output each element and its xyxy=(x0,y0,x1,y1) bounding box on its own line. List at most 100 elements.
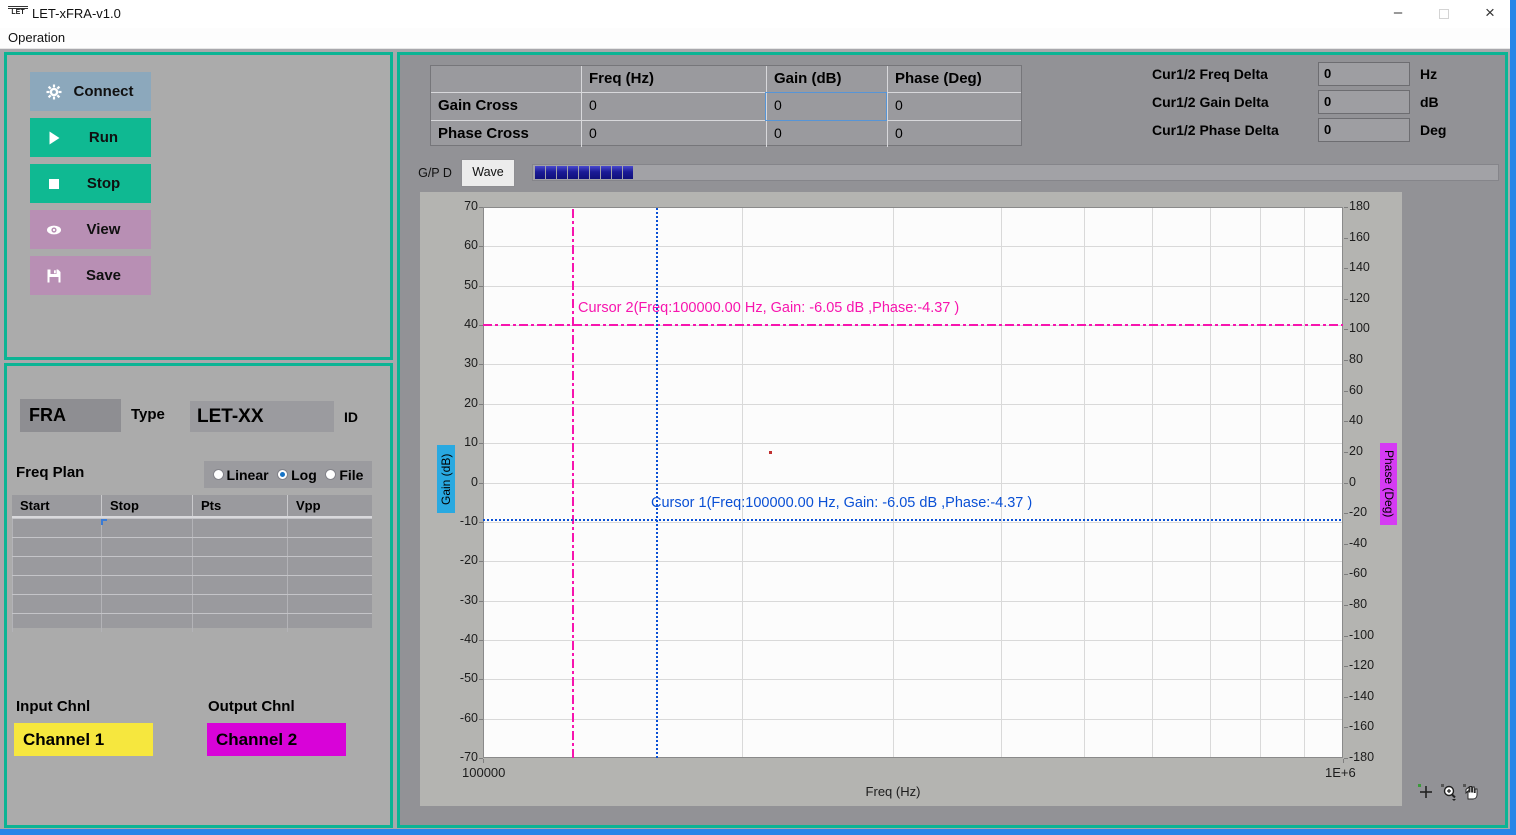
gain-cross-row-label: Gain Cross xyxy=(431,92,581,120)
freq-delta-field[interactable]: 0 xyxy=(1318,62,1410,86)
zoom-tool-icon[interactable] xyxy=(1440,783,1458,801)
plan-table-cell[interactable] xyxy=(101,576,192,594)
plan-table-cell[interactable] xyxy=(192,576,287,594)
plan-table-cell[interactable] xyxy=(287,519,372,537)
gridline xyxy=(742,208,743,757)
gridline xyxy=(484,719,1342,720)
gain-axis-label[interactable]: Gain (dB) xyxy=(437,445,455,513)
phase-cross-freq[interactable]: 0 xyxy=(581,120,766,147)
gridline xyxy=(484,640,1342,641)
radio-linear[interactable]: Linear xyxy=(213,467,269,483)
plan-table-cell[interactable] xyxy=(101,614,192,632)
freq-plan-table[interactable]: Start Stop Pts Vpp xyxy=(12,495,372,628)
connect-button[interactable]: Connect xyxy=(30,72,151,111)
cursor-vline-cursor-2[interactable] xyxy=(572,207,574,758)
gain-tick-label: 60 xyxy=(440,238,478,253)
progress-segment xyxy=(535,166,545,179)
gain-tick-label: 20 xyxy=(440,396,478,411)
app-window: LET LET-xFRA-v1.0 – × Operation Connect … xyxy=(0,0,1516,835)
plan-table-cell[interactable] xyxy=(101,595,192,613)
gain-cross-freq[interactable]: 0 xyxy=(581,92,766,120)
plan-table-cell[interactable] xyxy=(287,557,372,575)
stop-button[interactable]: Stop xyxy=(30,164,151,203)
crosshair-tool-icon[interactable] xyxy=(1417,783,1435,801)
save-button[interactable]: Save xyxy=(30,256,151,295)
device-type-field[interactable]: FRA xyxy=(20,399,121,432)
plan-table-cell[interactable] xyxy=(12,576,101,594)
cross-corner-cell xyxy=(431,66,581,92)
plan-table-row xyxy=(12,613,372,632)
progress-segment xyxy=(601,166,611,179)
gain-tick-label: -60 xyxy=(440,711,478,726)
plan-table-cell[interactable] xyxy=(192,557,287,575)
plan-table-cell[interactable] xyxy=(101,538,192,556)
minimize-button[interactable]: – xyxy=(1381,0,1415,28)
phase-delta-label: Cur1/2 Phase Delta xyxy=(1152,122,1279,138)
progress-segment xyxy=(579,166,589,179)
phase-cross-row-label: Phase Cross xyxy=(431,120,581,147)
progress-segment xyxy=(612,166,622,179)
tick xyxy=(1344,268,1348,269)
plan-table-cell[interactable] xyxy=(287,538,372,556)
gridline xyxy=(484,601,1342,602)
plan-table-cell[interactable] xyxy=(12,538,101,556)
sweep-mode-radio-group: Linear Log File xyxy=(204,461,372,488)
phase-tick-label: 180 xyxy=(1349,199,1389,214)
plan-table-cell[interactable] xyxy=(101,557,192,575)
output-channel-selector[interactable]: Channel 2 xyxy=(207,723,346,756)
plan-table-cell[interactable] xyxy=(101,519,192,537)
phase-tick-label: 120 xyxy=(1349,291,1389,306)
gridline xyxy=(1210,208,1211,757)
tick xyxy=(479,246,483,247)
plan-table-cell[interactable] xyxy=(12,595,101,613)
close-button[interactable]: × xyxy=(1473,0,1507,28)
progress-segment xyxy=(546,166,556,179)
radio-file-icon xyxy=(325,469,336,480)
plan-table-cell[interactable] xyxy=(287,576,372,594)
cursor-hline-cursor-2[interactable] xyxy=(483,324,1343,326)
pan-tool-icon[interactable] xyxy=(1462,783,1480,801)
tick xyxy=(479,364,483,365)
plan-table-cell[interactable] xyxy=(287,595,372,613)
progress-segment xyxy=(623,166,633,179)
run-button[interactable]: Run xyxy=(30,118,151,157)
phase-tick-label: 160 xyxy=(1349,230,1389,245)
plan-table-cell[interactable] xyxy=(12,614,101,632)
tick xyxy=(479,443,483,444)
plan-table-cell[interactable] xyxy=(192,538,287,556)
phase-cross-gain[interactable]: 0 xyxy=(766,120,887,147)
view-button[interactable]: View xyxy=(30,210,151,249)
freq-delta-label: Cur1/2 Freq Delta xyxy=(1152,66,1268,82)
phase-cross-phase[interactable]: 0 xyxy=(887,120,1021,147)
input-channel-selector[interactable]: Channel 1 xyxy=(14,723,153,756)
plan-table-cell[interactable] xyxy=(192,614,287,632)
phase-axis-label[interactable]: Phase (Deg) xyxy=(1380,443,1397,525)
tab-wave[interactable]: Wave xyxy=(461,159,515,187)
cursor-hline-cursor-1[interactable] xyxy=(483,519,1343,521)
tick xyxy=(1344,207,1348,208)
gain-cross-phase[interactable]: 0 xyxy=(887,92,1021,120)
plan-table-cell[interactable] xyxy=(12,519,101,537)
plan-table-row xyxy=(12,537,372,556)
plan-table-cell[interactable] xyxy=(192,595,287,613)
cursor-vline-cursor-1[interactable] xyxy=(656,207,658,758)
phase-tick-label: 100 xyxy=(1349,321,1389,336)
device-id-field[interactable]: LET-XX xyxy=(190,401,334,432)
maximize-button[interactable] xyxy=(1427,0,1461,28)
plan-table-cell[interactable] xyxy=(192,519,287,537)
tick xyxy=(479,404,483,405)
play-icon xyxy=(46,130,62,146)
plan-table-cell[interactable] xyxy=(287,614,372,632)
plan-table-cell[interactable] xyxy=(12,557,101,575)
gain-delta-field[interactable]: 0 xyxy=(1318,90,1410,114)
tick xyxy=(1344,238,1348,239)
tick xyxy=(479,561,483,562)
window-edge-bottom xyxy=(0,829,1516,835)
phase-tick-label: -60 xyxy=(1349,566,1389,581)
radio-log[interactable]: Log xyxy=(277,467,317,483)
menu-item-operation[interactable]: Operation xyxy=(8,30,65,45)
tab-gpd[interactable]: G/P D xyxy=(410,163,460,187)
phase-delta-field[interactable]: 0 xyxy=(1318,118,1410,142)
radio-file[interactable]: File xyxy=(325,467,363,483)
data-point xyxy=(769,451,772,454)
